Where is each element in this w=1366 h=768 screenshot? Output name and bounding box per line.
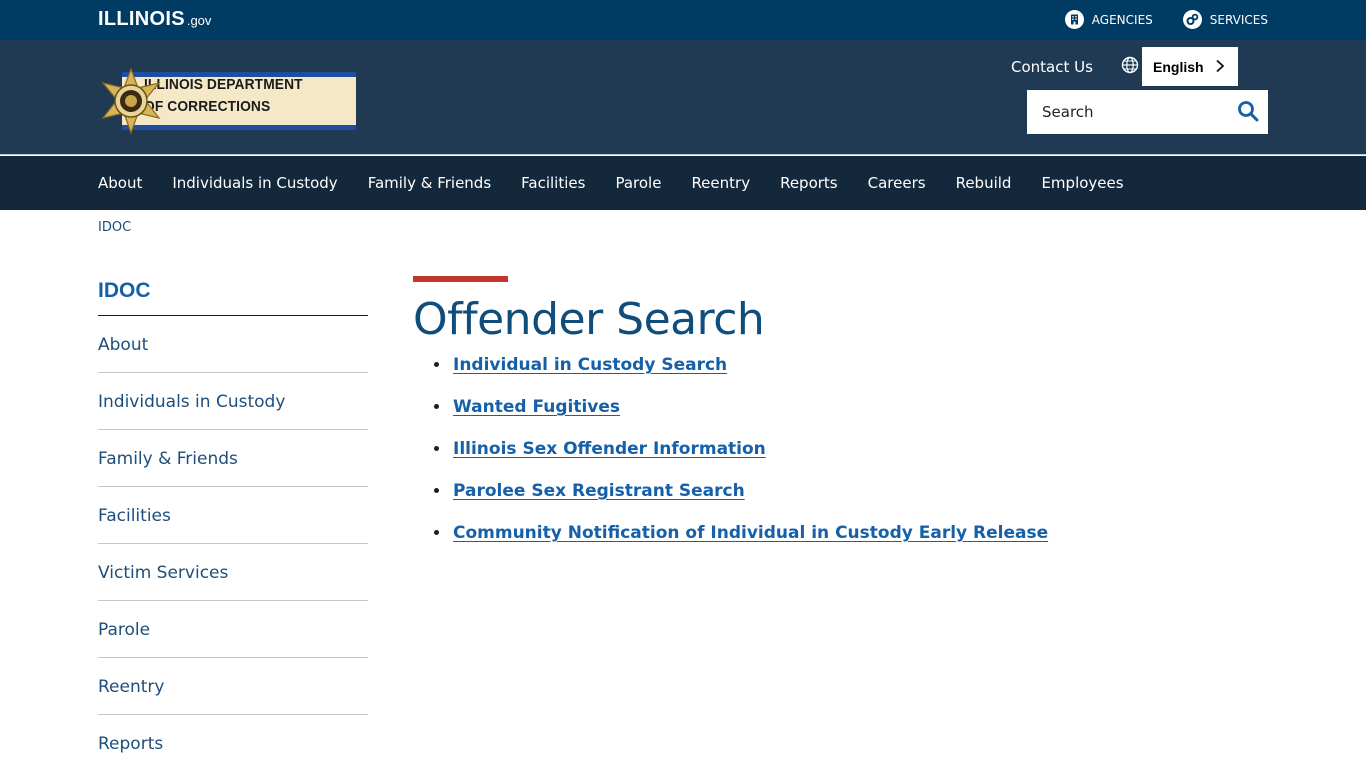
bullet <box>434 530 439 535</box>
main-nav-list: About Individuals in Custody Family & Fr… <box>98 174 1154 192</box>
agencies-label: AGENCIES <box>1091 12 1153 27</box>
agencies-link[interactable]: AGENCIES <box>1064 10 1153 29</box>
state-utility-nav: AGENCIES SERVICES <box>1064 10 1268 29</box>
illinois-logo-gov: .gov <box>186 13 212 28</box>
nav-item-reports[interactable]: Reports <box>780 174 838 192</box>
site-search <box>1027 90 1268 134</box>
chevron-right-icon <box>1216 59 1225 73</box>
list-item: Individual in Custody Search <box>413 355 1293 397</box>
illinois-sex-offender-information-link[interactable]: Illinois Sex Offender Information <box>453 439 766 459</box>
services-link[interactable]: SERVICES <box>1182 10 1268 29</box>
nav-item-family-friends[interactable]: Family & Friends <box>368 174 491 192</box>
main-content: Offender Search Individual in Custody Se… <box>413 276 1293 565</box>
wanted-fugitives-link[interactable]: Wanted Fugitives <box>453 397 620 417</box>
services-label: SERVICES <box>1209 12 1268 27</box>
illinois-logo-word: ILLINOIS <box>98 8 185 30</box>
nav-item-reentry[interactable]: Reentry <box>691 174 750 192</box>
community-notification-early-release-link[interactable]: Community Notification of Individual in … <box>453 523 1048 543</box>
sidebar-item-individuals-in-custody[interactable]: Individuals in Custody <box>98 373 368 430</box>
language-selector[interactable]: English <box>1142 47 1238 86</box>
sidebar-title[interactable]: IDOC <box>98 272 368 316</box>
search-input[interactable] <box>1027 90 1227 134</box>
site-header: ILLINOIS DEPARTMENT OF CORRECTIONS Conta… <box>0 40 1366 155</box>
nav-item-facilities[interactable]: Facilities <box>521 174 585 192</box>
sidebar-item-about[interactable]: About <box>98 316 368 373</box>
bullet <box>434 404 439 409</box>
search-links-list: Individual in Custody Search Wanted Fugi… <box>413 355 1293 565</box>
badge-star-icon <box>101 68 161 134</box>
language-label: English <box>1153 58 1204 75</box>
idoc-logo-line1: ILLINOIS DEPARTMENT <box>144 76 303 93</box>
gears-icon <box>1182 10 1202 29</box>
bullet <box>434 362 439 367</box>
idoc-logo-text: ILLINOIS DEPARTMENT OF CORRECTIONS <box>144 74 303 118</box>
title-accent-bar <box>413 276 508 282</box>
list-item: Wanted Fugitives <box>413 397 1293 439</box>
nav-item-employees[interactable]: Employees <box>1041 174 1123 192</box>
building-icon <box>1064 10 1084 29</box>
globe-icon <box>1121 56 1139 74</box>
nav-item-rebuild[interactable]: Rebuild <box>956 174 1012 192</box>
nav-item-about[interactable]: About <box>98 174 142 192</box>
bullet <box>434 446 439 451</box>
nav-item-individuals-in-custody[interactable]: Individuals in Custody <box>172 174 337 192</box>
parolee-sex-registrant-search-link[interactable]: Parolee Sex Registrant Search <box>453 481 745 501</box>
page-title: Offender Search <box>413 294 765 345</box>
nav-item-careers[interactable]: Careers <box>868 174 926 192</box>
idoc-logo-line2: OF CORRECTIONS <box>144 98 271 115</box>
individual-in-custody-search-link[interactable]: Individual in Custody Search <box>453 355 727 375</box>
list-item: Community Notification of Individual in … <box>413 523 1293 565</box>
contact-us-link[interactable]: Contact Us <box>1011 58 1093 76</box>
sidebar-item-reports[interactable]: Reports <box>98 715 368 768</box>
illinois-gov-logo[interactable]: ILLINOIS .gov <box>98 8 211 32</box>
sidebar: IDOC About Individuals in Custody Family… <box>98 272 368 768</box>
state-top-bar: ILLINOIS .gov AGENCIES SERVICES <box>0 0 1366 40</box>
sidebar-item-victim-services[interactable]: Victim Services <box>98 544 368 601</box>
sidebar-list: About Individuals in Custody Family & Fr… <box>98 316 368 768</box>
breadcrumb-idoc[interactable]: IDOC <box>98 220 131 235</box>
nav-item-parole[interactable]: Parole <box>615 174 661 192</box>
idoc-logo[interactable]: ILLINOIS DEPARTMENT OF CORRECTIONS <box>98 68 356 134</box>
bullet <box>434 488 439 493</box>
sidebar-item-reentry[interactable]: Reentry <box>98 658 368 715</box>
sidebar-item-facilities[interactable]: Facilities <box>98 487 368 544</box>
main-nav: About Individuals in Custody Family & Fr… <box>0 156 1366 210</box>
sidebar-item-parole[interactable]: Parole <box>98 601 368 658</box>
search-icon[interactable] <box>1236 99 1260 123</box>
list-item: Illinois Sex Offender Information <box>413 439 1293 481</box>
sidebar-item-family-friends[interactable]: Family & Friends <box>98 430 368 487</box>
list-item: Parolee Sex Registrant Search <box>413 481 1293 523</box>
